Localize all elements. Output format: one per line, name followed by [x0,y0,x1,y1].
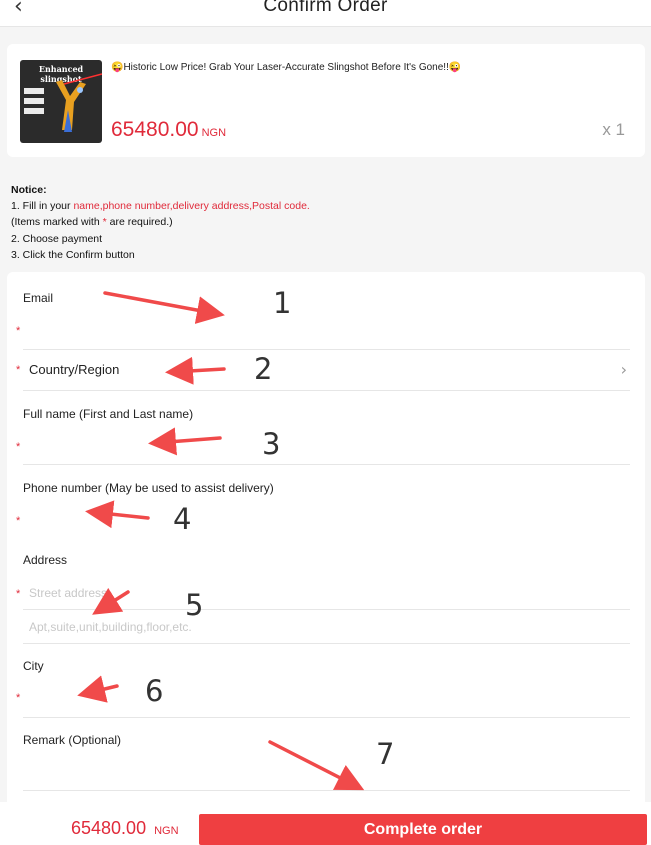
notice-line-2: (Items marked with * are required.) [11,214,310,230]
city-input[interactable] [29,682,629,712]
notice-line-1: 1. Fill in your name,phone number,delive… [11,198,310,214]
apt-suite-input[interactable]: Apt,suite,unit,building,floor,etc. [29,620,192,634]
phone-label: Phone number (May be used to assist deli… [23,481,274,495]
annotation-number-5: 5 [185,588,204,622]
divider [23,790,630,791]
product-card: Enhanced slingshot 😜Historic Low Price! … [7,44,645,157]
shipping-form: Email * * Country/Region › Full name (Fi… [7,272,645,812]
notice-line-2-suffix: are required.) [106,216,173,229]
email-required-star: * [16,325,21,337]
annotation-number-1: 1 [273,286,292,320]
country-required-star: * [16,364,21,376]
annotation-number-3: 3 [262,427,281,461]
annotation-number-2: 2 [254,352,273,386]
divider [23,717,630,718]
fullname-required-star: * [16,441,21,453]
notice-line-2-prefix: (Items marked with [11,216,103,229]
remark-label: Remark (Optional) [23,733,122,747]
fullname-label: Full name (First and Last name) [23,407,194,421]
divider [23,464,630,465]
divider [23,349,630,350]
city-label: City [23,659,44,673]
complete-order-button[interactable]: Complete order [199,814,647,845]
street-address-input[interactable]: Street address [29,586,107,600]
city-required-star: * [16,692,21,704]
divider [23,390,630,391]
product-price-currency: NGN [201,127,227,139]
notice-line-3: 2. Choose payment [11,232,103,245]
product-title: 😜Historic Low Price! Grab Your Laser-Acc… [111,62,462,73]
notice-line-1-fields: name,phone number,delivery address,Posta… [73,200,310,213]
page-title: Confirm Order [263,0,388,16]
order-total: 65480.00 NGN [71,818,179,839]
remark-input[interactable] [29,754,629,784]
country-select[interactable]: Country/Region [23,352,629,389]
product-price: 65480.00 NGN [111,118,226,142]
address-label: Address [23,553,68,567]
annotation-number-7: 7 [376,737,395,771]
notice-heading: Notice: [11,184,47,196]
phone-input[interactable] [29,504,629,534]
phone-required-star: * [16,515,21,527]
address-required-star: * [16,588,21,600]
email-label: Email [23,291,54,305]
annotation-number-4: 4 [173,502,192,536]
notice: Notice: 1. Fill in your name,phone numbe… [11,182,310,263]
annotation-number-6: 6 [145,674,164,708]
email-input[interactable] [29,314,629,344]
product-quantity: x 1 [602,120,625,139]
product-price-value: 65480.00 [111,118,199,141]
top-bar: ‹ Confirm Order [0,0,651,27]
order-total-currency: NGN [154,825,179,837]
notice-line-4: 3. Click the Confirm button [11,248,135,261]
notice-line-1-prefix: 1. Fill in your [11,200,74,213]
fullname-input[interactable] [29,430,629,460]
bottom-bar: 65480.00 NGN Complete order [0,802,651,845]
divider [23,609,630,610]
slingshot-illustration [24,73,102,132]
product-image: Enhanced slingshot [20,60,102,143]
order-total-value: 65480.00 [71,818,147,838]
divider [23,643,630,644]
chevron-right-icon: › [620,360,627,379]
country-label: Country/Region [29,362,120,377]
